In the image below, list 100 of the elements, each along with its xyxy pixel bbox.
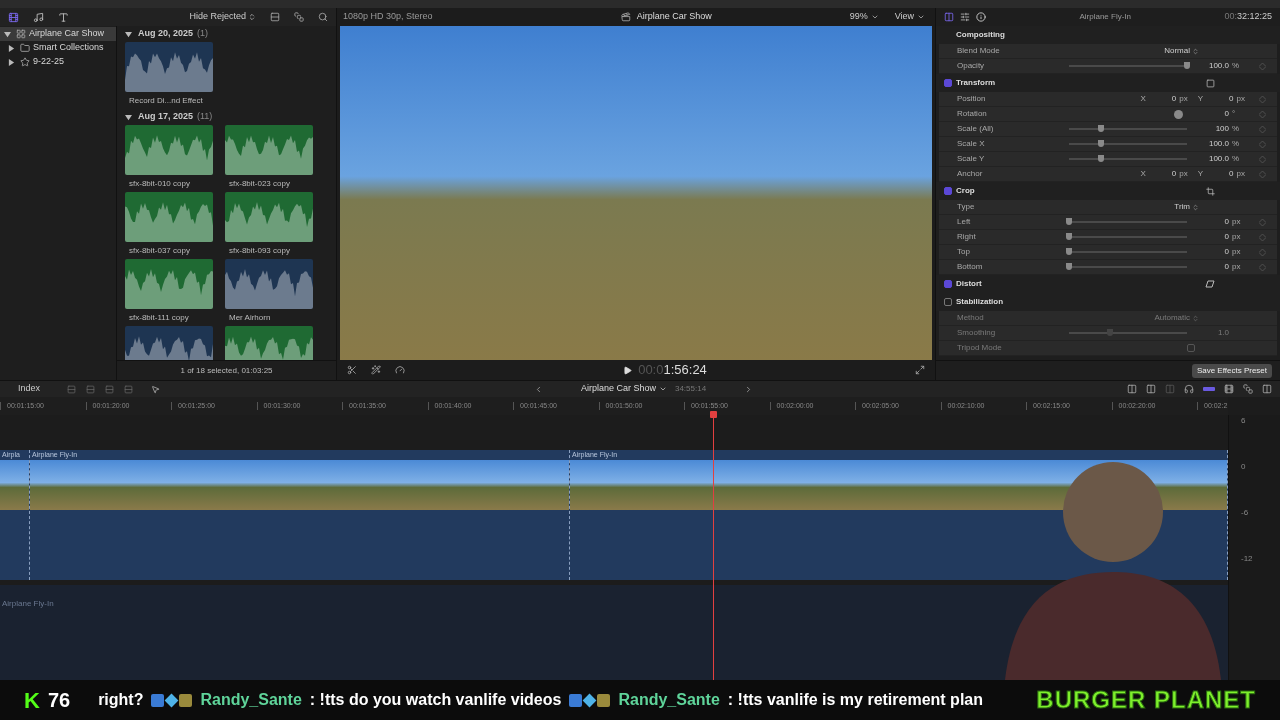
waveform-thumbnail[interactable] (125, 125, 213, 175)
waveform-thumbnail[interactable] (125, 192, 213, 242)
value-text[interactable]: 100.0 (1195, 153, 1229, 165)
titles-icon[interactable] (58, 11, 69, 23)
section-title: Crop (956, 185, 976, 197)
value-text[interactable]: 0 (1195, 216, 1229, 228)
section-title: Transform (956, 77, 997, 89)
playhead-handle[interactable] (710, 411, 718, 418)
property-label: Scale X (957, 138, 986, 150)
unit-label: px (1236, 93, 1245, 105)
waveform-thumbnail[interactable] (225, 259, 313, 309)
checkbox[interactable] (944, 187, 952, 195)
value-text[interactable]: 100 (1195, 123, 1229, 135)
zoom-popup[interactable]: 99% (849, 10, 879, 24)
waveform-thumbnail[interactable] (225, 125, 313, 175)
slider-thumb[interactable] (1097, 125, 1104, 132)
slider-thumb[interactable] (1184, 62, 1190, 69)
value-text[interactable]: 0 (1171, 168, 1177, 180)
slider-thumb[interactable] (1066, 218, 1072, 225)
slider-thumb[interactable] (1066, 263, 1072, 270)
video-inspector-icon[interactable] (944, 12, 954, 22)
sidebar-item[interactable]: 9-22-25 (0, 55, 116, 69)
property-label: Type (957, 201, 976, 213)
play-button[interactable] (623, 365, 633, 375)
slider-thumb[interactable] (1066, 248, 1072, 255)
speed-icon[interactable] (395, 365, 405, 375)
waveform-thumbnail[interactable] (125, 42, 213, 92)
value-text[interactable]: 0 (1195, 261, 1229, 273)
disclosure-triangle[interactable] (8, 58, 17, 66)
filter-popup[interactable]: Hide Rejected (189, 10, 256, 24)
property-label: Bottom (957, 261, 984, 273)
project-title-popup[interactable]: Airplane Car Show (580, 382, 667, 396)
info-icon[interactable] (976, 12, 986, 22)
disclosure-triangle[interactable] (125, 113, 134, 121)
axis-label: X (1140, 93, 1146, 105)
property-label: Opacity (957, 60, 986, 72)
chevron-down-icon (658, 385, 667, 393)
popup-value[interactable]: Normal (1164, 45, 1190, 57)
chat-text: : !tts do you watch vanlife videos (309, 690, 562, 710)
date-group-header[interactable]: Aug 20, 2025 (138, 27, 194, 41)
clip-appearance-icon[interactable] (1224, 384, 1234, 394)
clip-appearance-icon[interactable] (270, 12, 280, 22)
library-icon[interactable] (8, 11, 19, 23)
value-text[interactable]: 0 (1171, 93, 1177, 105)
value-text[interactable]: 100.0 (1195, 138, 1229, 150)
distort-icon[interactable] (1205, 280, 1215, 288)
pointer-tool-icon[interactable] (151, 384, 160, 394)
slider-thumb[interactable] (1107, 329, 1114, 336)
value-text[interactable]: 0 (1229, 168, 1234, 180)
clip-name: sfx-8bit-111 copy (128, 312, 190, 324)
waveform-thumbnail[interactable] (125, 259, 213, 309)
sidebar-item[interactable]: Smart Collections (0, 41, 116, 55)
rotation-dial[interactable] (1174, 109, 1183, 119)
transform-icon[interactable] (1205, 78, 1215, 88)
wand-icon[interactable] (371, 365, 381, 375)
value-text[interactable]: 0 (1195, 231, 1229, 243)
waveform-thumbnail[interactable] (225, 192, 313, 242)
clip-name: sfx-8bit-037 copy (128, 245, 191, 257)
property-label: Top (957, 246, 971, 258)
value-text[interactable]: 100.0 (1195, 60, 1229, 72)
property-label: Method (957, 312, 985, 324)
music-icon[interactable] (33, 11, 44, 23)
checkbox[interactable] (1187, 344, 1195, 352)
value-text[interactable]: 0 (1195, 246, 1229, 258)
project-duration: 34:55:14 (674, 383, 707, 395)
save-effects-preset-button[interactable]: Save Effects Preset (1191, 363, 1272, 378)
disclosure-triangle[interactable] (125, 30, 134, 38)
lane-label: Airplane Fly-In (2, 599, 54, 608)
emote-icon (597, 693, 611, 707)
headphones-icon[interactable] (1184, 384, 1194, 394)
sidebar-item[interactable]: Airplane Car Show (0, 27, 116, 41)
emote-icon (151, 693, 165, 707)
clip-name: Record Di...nd Effect (128, 95, 204, 107)
slider-thumb[interactable] (1097, 155, 1104, 162)
view-popup[interactable]: View (894, 10, 925, 24)
index-button[interactable]: Index (8, 382, 53, 396)
fullscreen-icon[interactable] (915, 365, 925, 375)
meter-scale-label: 0 (1241, 461, 1247, 473)
date-group-header[interactable]: Aug 17, 2025 (138, 110, 194, 124)
chat-username: Randy_Sante (200, 690, 302, 710)
crop-icon[interactable] (1205, 186, 1215, 196)
checkbox[interactable] (944, 79, 952, 87)
value-text[interactable]: 0 (1229, 93, 1234, 105)
unit-label: px (1232, 232, 1241, 241)
value-text[interactable]: 0 (1215, 108, 1229, 120)
slider-thumb[interactable] (1097, 140, 1104, 147)
brand-logo-text: BURGER PLANET (1036, 685, 1256, 715)
emote-icon (569, 693, 583, 707)
clip-name: sfx-8bit-093 copy (228, 245, 291, 257)
search-icon[interactable] (318, 12, 328, 22)
popup-value[interactable]: Trim (1174, 201, 1190, 213)
emote-icon (583, 693, 597, 707)
property-label: Smoothing (957, 327, 997, 339)
checkbox[interactable] (944, 280, 952, 288)
disclosure-triangle[interactable] (8, 44, 17, 52)
star-icon (20, 57, 30, 67)
slider-thumb[interactable] (1066, 233, 1072, 240)
checkbox[interactable] (944, 298, 952, 306)
disclosure-triangle[interactable] (4, 30, 13, 38)
filter-icon[interactable] (960, 12, 970, 22)
